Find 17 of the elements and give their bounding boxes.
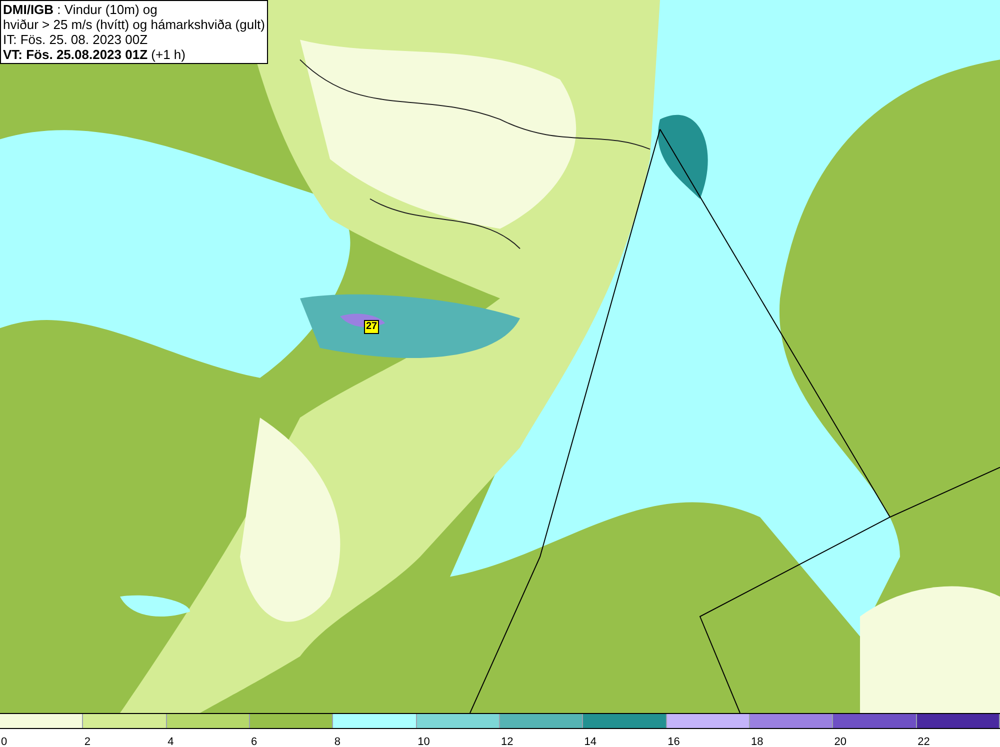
legend-label: 10: [416, 736, 430, 747]
legend-label: 2: [83, 736, 90, 747]
legend-label: 0: [0, 736, 8, 747]
legend-label: 20: [833, 736, 847, 747]
title-line: VT: Fös. 25.08.2023 01Z (+1 h): [3, 47, 186, 62]
title-line: DMI/IGB : Vindur (10m) og: [3, 2, 158, 17]
legend-label: 6: [250, 736, 258, 747]
legend-label: 18: [750, 736, 764, 747]
title-line: IT: Fös. 25. 08. 2023 00Z: [3, 32, 149, 47]
legend-label: 4: [166, 736, 174, 747]
legend-label: 12: [500, 736, 514, 747]
title-line: hviður > 25 m/s (hvítt) og hámarkshviða (gult): [3, 17, 265, 32]
legend-label: 14: [583, 736, 597, 747]
legend-label: 16: [666, 736, 680, 747]
legend-label: 8: [333, 736, 340, 747]
legend-label: 22: [916, 736, 930, 747]
gust-label: 27: [364, 320, 380, 334]
